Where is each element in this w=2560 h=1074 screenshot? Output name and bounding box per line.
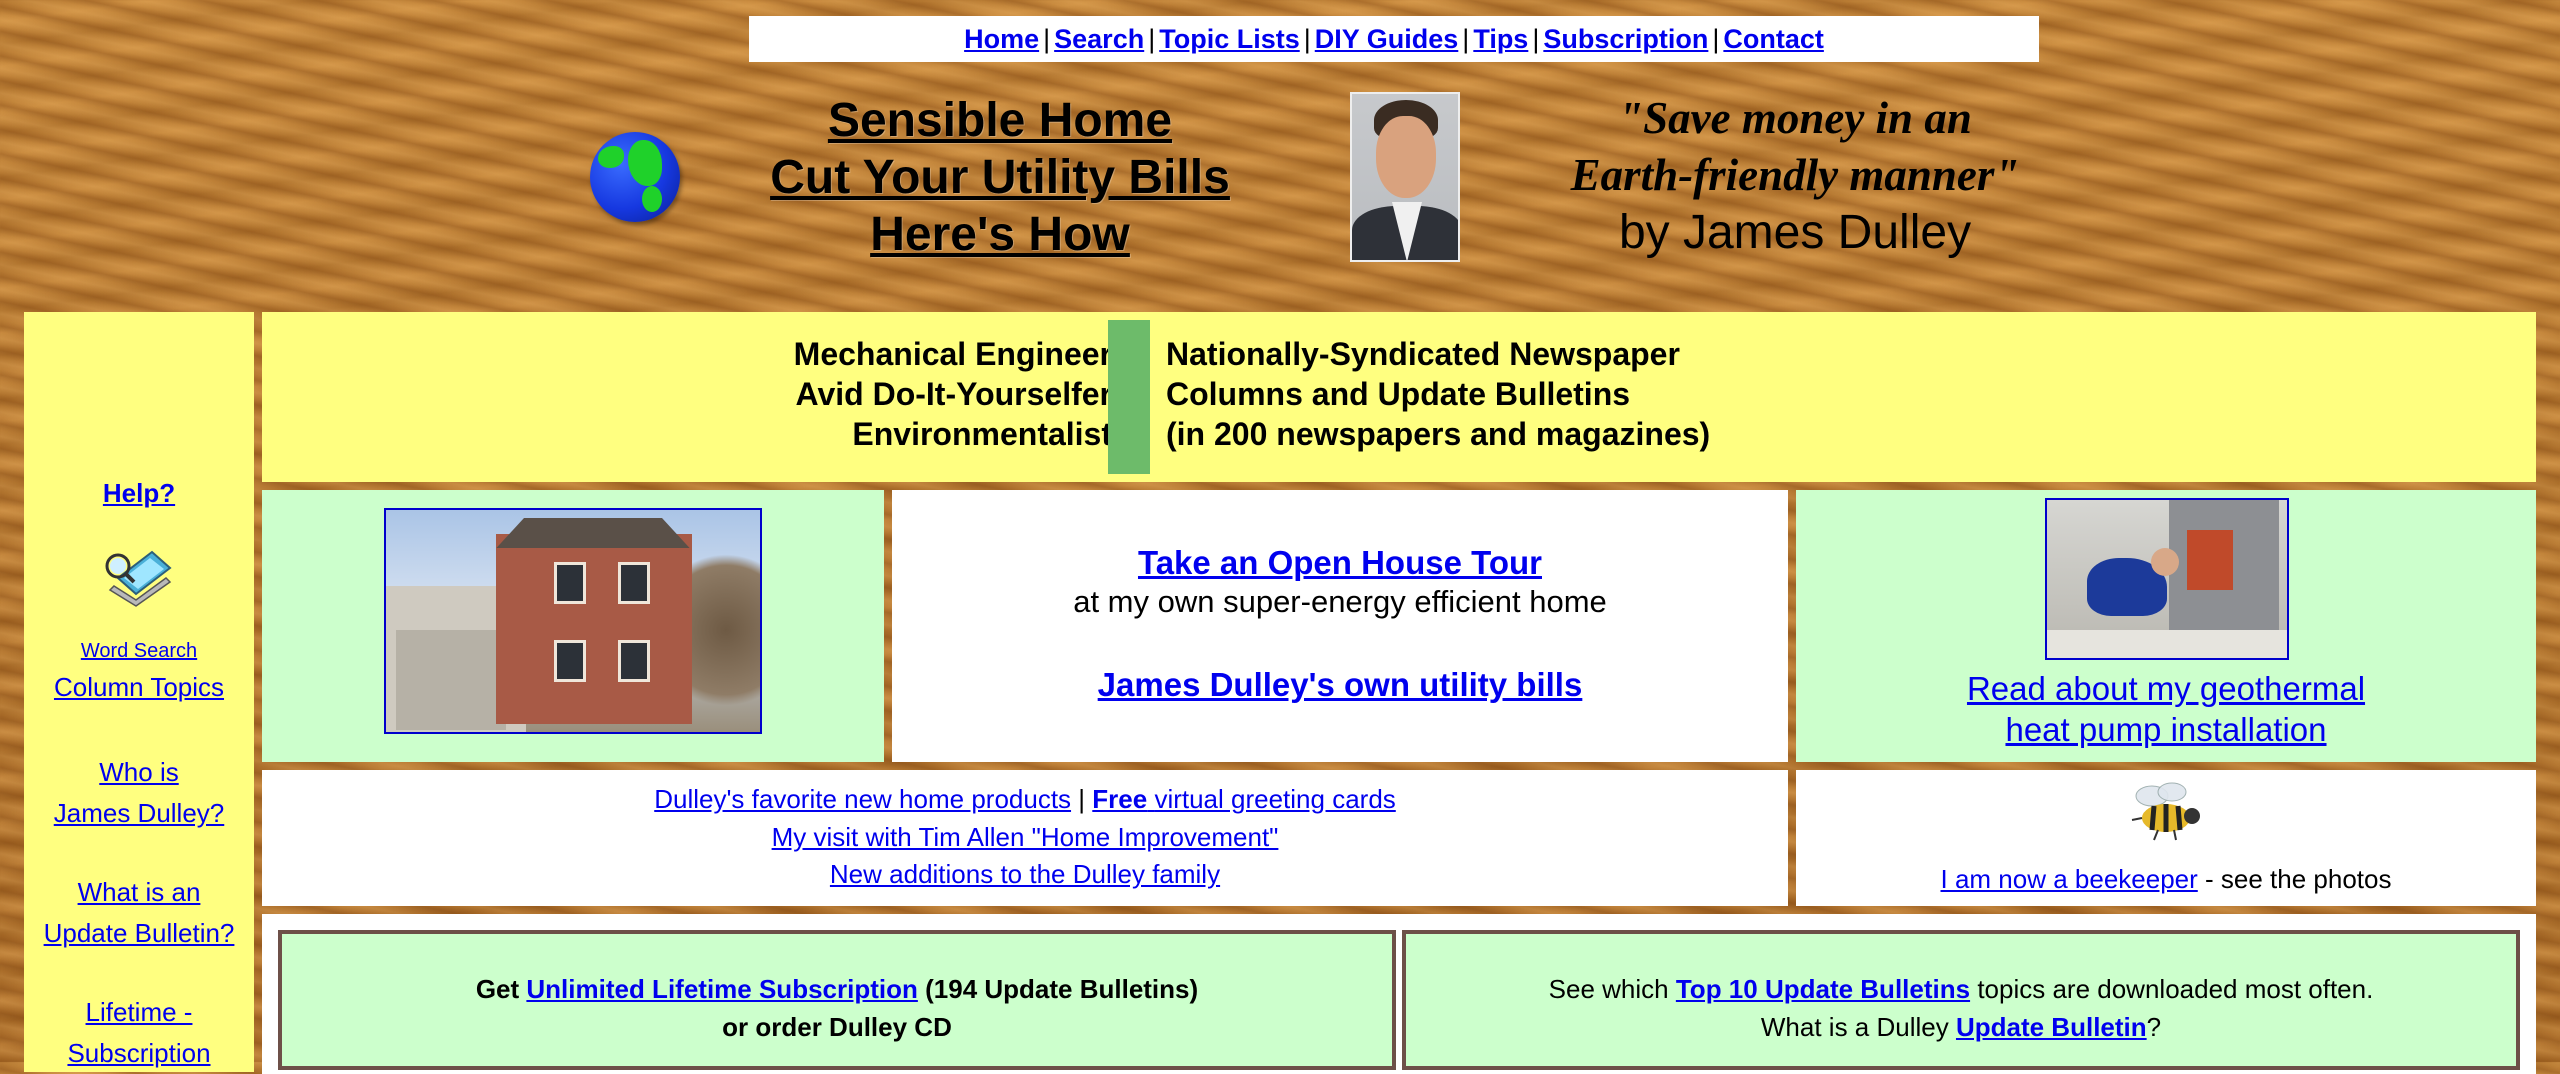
see-which-label: See which bbox=[1548, 974, 1669, 1004]
geothermal-cell: Read about my geothermal heat pump instal… bbox=[1796, 490, 2536, 762]
byline: by James Dulley bbox=[1618, 206, 1972, 259]
house-photo[interactable] bbox=[384, 508, 762, 734]
credential-item: (in 200 newspapers and magazines) bbox=[1166, 416, 1711, 452]
nav-topic-lists[interactable]: Topic Lists bbox=[1159, 24, 1300, 54]
credential-item: Nationally-Syndicated Newspaper bbox=[1166, 336, 1680, 372]
nav-separator: | bbox=[1043, 24, 1051, 54]
beekeeper-cell: I am now a beekeeper - see the photos bbox=[1796, 770, 2536, 906]
lifetime-line-2: Subscription bbox=[67, 1038, 211, 1068]
utility-bills-link[interactable]: James Dulley's own utility bills bbox=[1098, 666, 1583, 703]
credential-item: Columns and Update Bulletins bbox=[1166, 376, 1631, 412]
lifetime-subscription-cta[interactable]: Unlimited Lifetime Subscription bbox=[526, 974, 917, 1004]
credentials-left: Mechanical Engineer Avid Do-It-Yourselfe… bbox=[794, 334, 1112, 454]
misc-links-cell: Dulley's favorite new home products | Fr… bbox=[262, 770, 1788, 906]
tagline-quote: "Save money in an Earth-friendly manner"… bbox=[1530, 90, 2060, 262]
update-bulletin-link[interactable]: Update Bulletin bbox=[1956, 1012, 2147, 1042]
open-house-tour-link[interactable]: Take an Open House Tour bbox=[1138, 544, 1542, 581]
nav-separator: | bbox=[1532, 24, 1540, 54]
what-is-label: What is a Dulley bbox=[1760, 1012, 1949, 1042]
title-line-1: Sensible Home bbox=[827, 94, 1173, 147]
laptop-search-icon[interactable] bbox=[104, 548, 176, 610]
lifetime-line-1: Lifetime - bbox=[85, 997, 193, 1027]
credential-item: Environmentalist bbox=[852, 416, 1112, 452]
ub-line-1: What is an bbox=[77, 877, 201, 907]
nav-separator: | bbox=[1303, 24, 1311, 54]
geo-line-2: heat pump installation bbox=[2005, 711, 2327, 748]
lifetime-subscription-link[interactable]: Lifetime - Subscription bbox=[67, 997, 210, 1068]
topics-text: topics are downloaded most often. bbox=[1977, 974, 2374, 1004]
who-line-1: Who is bbox=[99, 757, 179, 787]
bee-icon bbox=[2131, 782, 2200, 841]
nav-subscription[interactable]: Subscription bbox=[1543, 24, 1708, 54]
geo-line-1: Read about my geothermal bbox=[1966, 670, 2366, 707]
credentials-right: Nationally-Syndicated Newspaper Columns … bbox=[1166, 334, 1710, 454]
who-is-link[interactable]: Who is James Dulley? bbox=[54, 757, 225, 828]
quote-mark-open: " bbox=[1618, 93, 1644, 143]
nav-search[interactable]: Search bbox=[1054, 24, 1144, 54]
nav-separator: | bbox=[1712, 24, 1720, 54]
credential-item: Mechanical Engineer bbox=[793, 336, 1112, 372]
column-topics-link[interactable]: Column Topics bbox=[54, 672, 224, 702]
title-line-3: Here's How bbox=[870, 208, 1130, 261]
top-nav: Home | Search | Topic Lists | DIY Guides | Tips |… bbox=[749, 16, 2039, 62]
get-label: Get bbox=[475, 974, 520, 1004]
left-sidebar: Help? Word Search Column Topics Who is Ja… bbox=[24, 312, 254, 1072]
title-line-2: Cut Your Utility Bills bbox=[770, 151, 1230, 204]
open-house-cell: Take an Open House Tour at my own super-… bbox=[892, 490, 1788, 762]
subscription-right-panel: See which Top 10 Update Bulletins topics… bbox=[1402, 930, 2520, 1070]
nav-separator: | bbox=[1148, 24, 1156, 54]
help-link[interactable]: Help? bbox=[103, 478, 175, 508]
greeting-cards-link[interactable]: Free virtual greeting cards bbox=[1092, 784, 1396, 814]
geothermal-link[interactable]: Read about my geothermal heat pump instal… bbox=[1967, 670, 2365, 748]
nav-diy-guides[interactable]: DIY Guides bbox=[1315, 24, 1459, 54]
geothermal-photo[interactable] bbox=[2045, 498, 2289, 660]
credentials-banner: Mechanical Engineer Avid Do-It-Yourselfe… bbox=[262, 312, 2536, 482]
nav-contact[interactable]: Contact bbox=[1723, 24, 1824, 54]
top10-bulletins-link[interactable]: Top 10 Update Bulletins bbox=[1676, 974, 1970, 1004]
tim-allen-link[interactable]: My visit with Tim Allen "Home Improvemen… bbox=[772, 822, 1279, 852]
globe-icon bbox=[590, 132, 680, 222]
nav-tips[interactable]: Tips bbox=[1473, 24, 1528, 54]
who-line-2: James Dulley? bbox=[53, 798, 225, 828]
subscription-left-panel: Get Unlimited Lifetime Subscription (194… bbox=[278, 930, 1396, 1070]
quote-mark-close: " bbox=[1994, 150, 2020, 200]
link-separator: | bbox=[1078, 784, 1086, 814]
quote-line-2: Earth-friendly manner bbox=[1570, 150, 1995, 200]
nav-home[interactable]: Home bbox=[964, 24, 1039, 54]
tour-description: at my own super-energy efficient home bbox=[1073, 584, 1607, 619]
greeting-cards-label: virtual greeting cards bbox=[1154, 784, 1396, 814]
free-label: Free bbox=[1092, 784, 1148, 814]
site-title: Sensible Home Cut Your Utility Bills Her… bbox=[740, 92, 1260, 263]
bulletin-count: (194 Update Bulletins) bbox=[925, 974, 1199, 1004]
family-link[interactable]: New additions to the Dulley family bbox=[830, 859, 1220, 889]
ub-line-2: Update Bulletin? bbox=[43, 918, 235, 948]
order-cd-text: or order Dulley CD bbox=[722, 1012, 952, 1042]
divider-bar bbox=[1108, 320, 1150, 474]
quote-line-1: Save money in an bbox=[1643, 93, 1972, 143]
credential-item: Avid Do-It-Yourselfer bbox=[795, 376, 1112, 412]
what-is-update-bulletin-link[interactable]: What is an Update Bulletin? bbox=[44, 877, 235, 948]
favorite-products-link[interactable]: Dulley's favorite new home products bbox=[654, 784, 1071, 814]
question-mark: ? bbox=[2146, 1012, 2162, 1042]
beekeeper-text: - see the photos bbox=[2205, 864, 2392, 894]
word-search-link[interactable]: Word Search bbox=[81, 640, 197, 662]
nav-separator: | bbox=[1462, 24, 1470, 54]
author-photo bbox=[1350, 92, 1460, 262]
house-photo-cell bbox=[262, 490, 884, 762]
beekeeper-link[interactable]: I am now a beekeeper bbox=[1941, 864, 2198, 894]
